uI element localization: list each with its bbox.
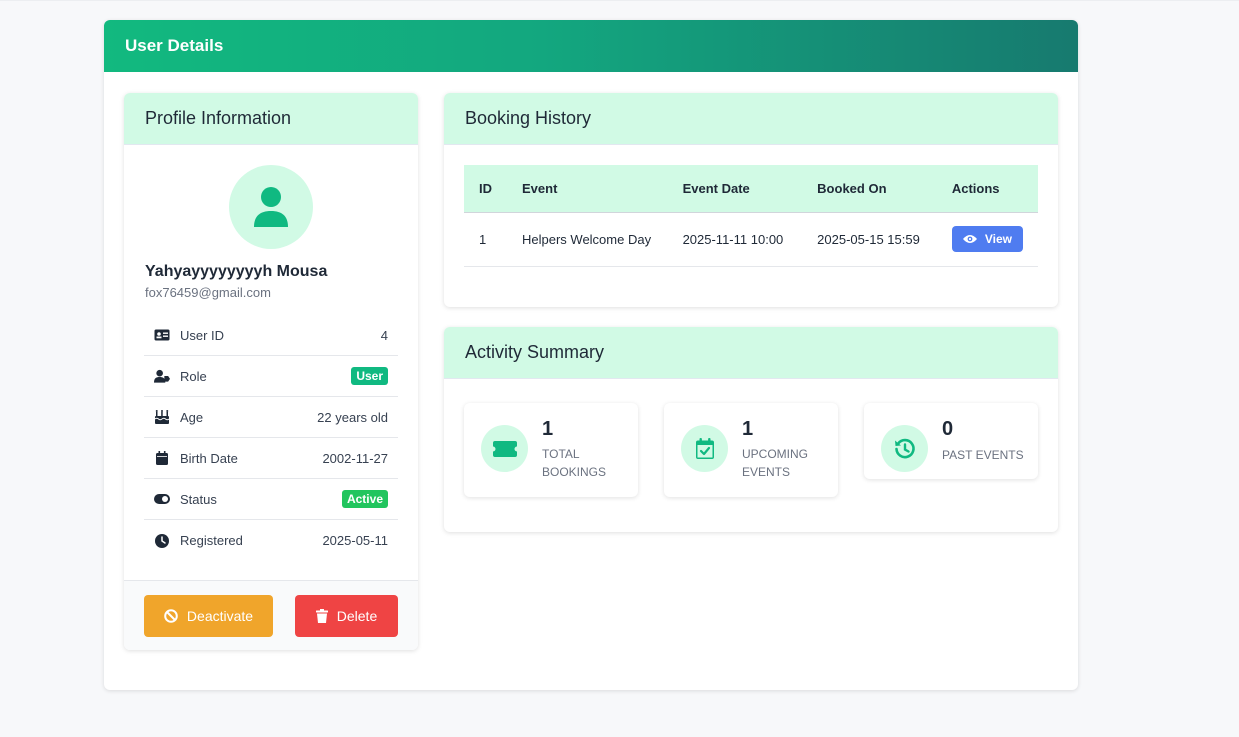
profile-panel-title: Profile Information (124, 93, 418, 145)
info-label: Birth Date (180, 450, 238, 466)
info-row-role: Role User (144, 356, 398, 397)
info-label: Status (180, 491, 217, 507)
cell-event-date: 2025-11-11 10:00 (667, 212, 803, 267)
info-row-status: Status Active (144, 479, 398, 520)
delete-button-label: Delete (336, 608, 378, 624)
table-row: 1 Helpers Welcome Day 2025-11-11 10:00 2… (464, 212, 1038, 267)
column-header-event-date: Event Date (667, 165, 803, 213)
user-tag-icon (154, 368, 170, 384)
eye-icon (962, 234, 977, 244)
id-card-icon (154, 327, 170, 343)
trash-icon (315, 609, 328, 623)
status-badge: Active (341, 490, 388, 508)
user-name: Yahyayyyyyyyyh Mousa (145, 263, 328, 280)
ban-icon (164, 609, 178, 623)
stat-value: 1 (742, 418, 754, 440)
booking-table: ID Event Event Date Booked On Actions 1 … (464, 165, 1038, 267)
info-row-registered: Registered 2025-05-11 (144, 520, 398, 561)
history-icon (881, 425, 928, 472)
ticket-icon (481, 425, 528, 472)
info-value: 4 (380, 327, 388, 343)
booking-history-panel: Booking History ID Event Event Date Book… (444, 93, 1058, 307)
profile-panel: Profile Information Yahyayyyyyyyyh Mousa… (124, 93, 418, 650)
user-icon (254, 187, 288, 227)
top-divider (0, 0, 1239, 1)
deactivate-button[interactable]: Deactivate (144, 595, 273, 637)
stat-card-total-bookings: 1 TOTAL BOOKINGS (464, 403, 638, 497)
column-header-booked-on: Booked On (802, 165, 937, 213)
cell-actions: View (936, 212, 1038, 267)
activity-summary-title: Activity Summary (444, 327, 1058, 379)
column-header-actions: Actions (936, 165, 1038, 213)
info-label: User ID (180, 327, 225, 343)
cell-id: 1 (464, 212, 507, 267)
cell-event: Helpers Welcome Day (507, 212, 668, 267)
profile-info-list: User ID 4 Role User Age 22 years old Bir… (144, 315, 398, 561)
stat-value: 0 (942, 418, 954, 440)
role-badge: User (351, 367, 388, 385)
info-value: 2002-11-27 (322, 450, 388, 466)
stat-label: UPCOMING EVENTS (742, 447, 808, 479)
calendar-icon (154, 450, 170, 466)
user-email: fox76459@gmail.com (145, 285, 271, 300)
info-value: 2025-05-11 (322, 533, 388, 548)
info-label: Age (180, 409, 204, 425)
page-title: User Details (104, 20, 1078, 72)
stat-label: TOTAL BOOKINGS (542, 447, 607, 479)
column-header-event: Event (507, 165, 668, 213)
toggle-icon (154, 491, 170, 507)
cell-booked-on: 2025-05-15 15:59 (802, 212, 937, 267)
stat-value: 1 (542, 418, 554, 440)
clock-icon (154, 533, 170, 549)
view-button-label: View (984, 232, 1012, 246)
stat-label: PAST EVENTS (942, 448, 1024, 462)
column-header-id: ID (464, 165, 507, 213)
avatar (229, 165, 313, 249)
view-button[interactable]: View (951, 226, 1023, 252)
user-details-card: User Details Profile Information Yahyayy… (104, 20, 1078, 690)
delete-button[interactable]: Delete (295, 595, 398, 637)
info-row-user-id: User ID 4 (144, 315, 398, 356)
birthday-cake-icon (154, 409, 170, 425)
booking-history-title: Booking History (444, 93, 1058, 145)
info-label: Role (180, 368, 207, 384)
calendar-check-icon (681, 425, 728, 472)
info-value: 22 years old (317, 409, 388, 425)
stat-card-past-events: 0 PAST EVENTS (864, 403, 1038, 479)
info-row-birth-date: Birth Date 2002-11-27 (144, 438, 398, 479)
stat-card-upcoming-events: 1 UPCOMING EVENTS (664, 403, 838, 497)
info-row-age: Age 22 years old (144, 397, 398, 438)
info-label: Registered (180, 533, 243, 548)
deactivate-button-label: Deactivate (186, 608, 254, 624)
activity-summary-panel: Activity Summary 1 TOTAL BOOKINGS 1 UPCO… (444, 327, 1058, 532)
profile-actions: Deactivate Delete (124, 580, 418, 650)
table-header-row: ID Event Event Date Booked On Actions (464, 165, 1038, 213)
